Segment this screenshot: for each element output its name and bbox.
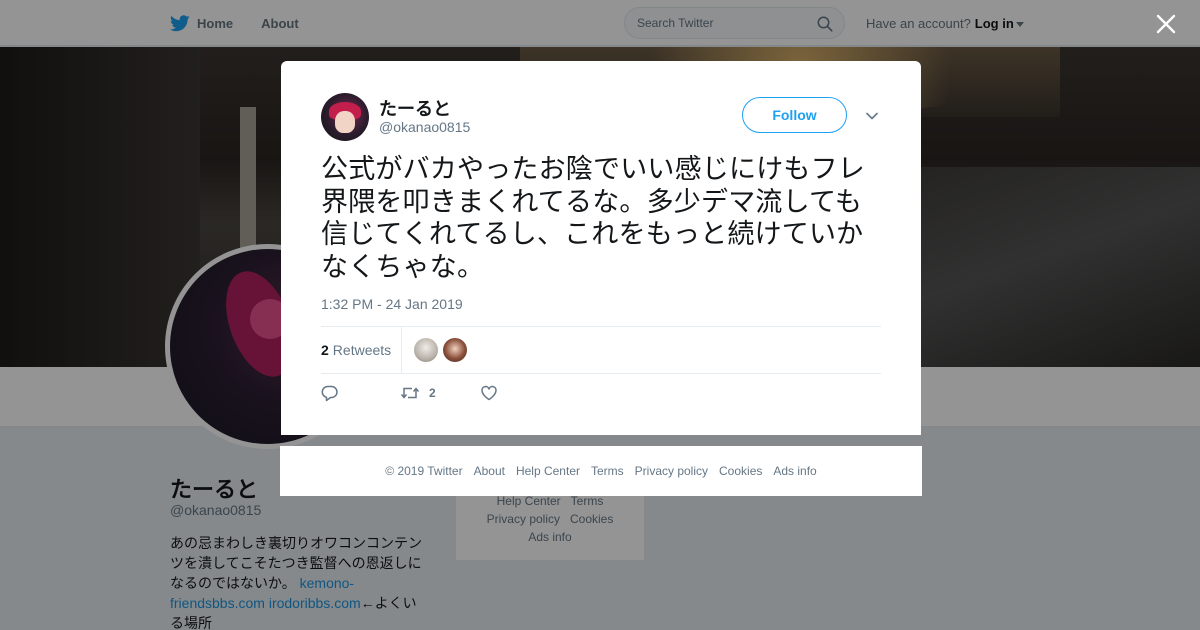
retweet-icon <box>400 387 420 399</box>
chevron-down-icon[interactable] <box>865 109 879 123</box>
like-button[interactable] <box>480 384 498 402</box>
tweet-text: 公式がバカやったお陰でいい感じにけもフレ界隈を叩きまくれてるな。多少デマ流しても… <box>321 154 865 283</box>
footer-link-privacy[interactable]: Privacy policy <box>635 464 708 478</box>
tweet-modal: たーると @okanao0815 Follow 公式がバカやったお陰でいい感じに… <box>281 61 921 435</box>
retweets-label: Retweets <box>332 342 392 358</box>
footer-link-about[interactable]: About <box>474 464 505 478</box>
reply-button[interactable] <box>321 384 339 402</box>
footer-link-cookies[interactable]: Cookies <box>719 464 762 478</box>
retweet-count: 2 <box>321 342 329 358</box>
tweet-author-avatar[interactable] <box>321 93 369 141</box>
tweet-author-name[interactable]: たーると <box>379 95 451 121</box>
reply-icon <box>321 385 338 402</box>
footer-copyright: © 2019 Twitter <box>385 464 463 478</box>
retweet-stat[interactable]: 2 Retweets <box>321 327 403 373</box>
footer-link-ads[interactable]: Ads info <box>773 464 816 478</box>
tweet-actions: 2 <box>321 384 498 402</box>
tweet-stats: 2 Retweets <box>321 327 881 373</box>
tweet-author-handle[interactable]: @okanao0815 <box>379 119 470 135</box>
footer-link-terms[interactable]: Terms <box>591 464 624 478</box>
heart-icon <box>480 385 497 401</box>
retweet-action-count: 2 <box>429 386 436 400</box>
divider <box>321 373 881 374</box>
retweeter-avatar[interactable] <box>414 338 439 362</box>
follow-button[interactable]: Follow <box>742 97 847 133</box>
retweet-button[interactable]: 2 <box>400 384 436 402</box>
retweeter-avatars <box>414 338 472 362</box>
tweet-timestamp[interactable]: 1:32 PM - 24 Jan 2019 <box>321 296 463 312</box>
footer-link-help[interactable]: Help Center <box>516 464 580 478</box>
retweeter-avatar[interactable] <box>443 338 468 362</box>
modal-footer: © 2019 Twitter About Help Center Terms P… <box>280 446 922 496</box>
close-icon[interactable] <box>1152 10 1180 38</box>
